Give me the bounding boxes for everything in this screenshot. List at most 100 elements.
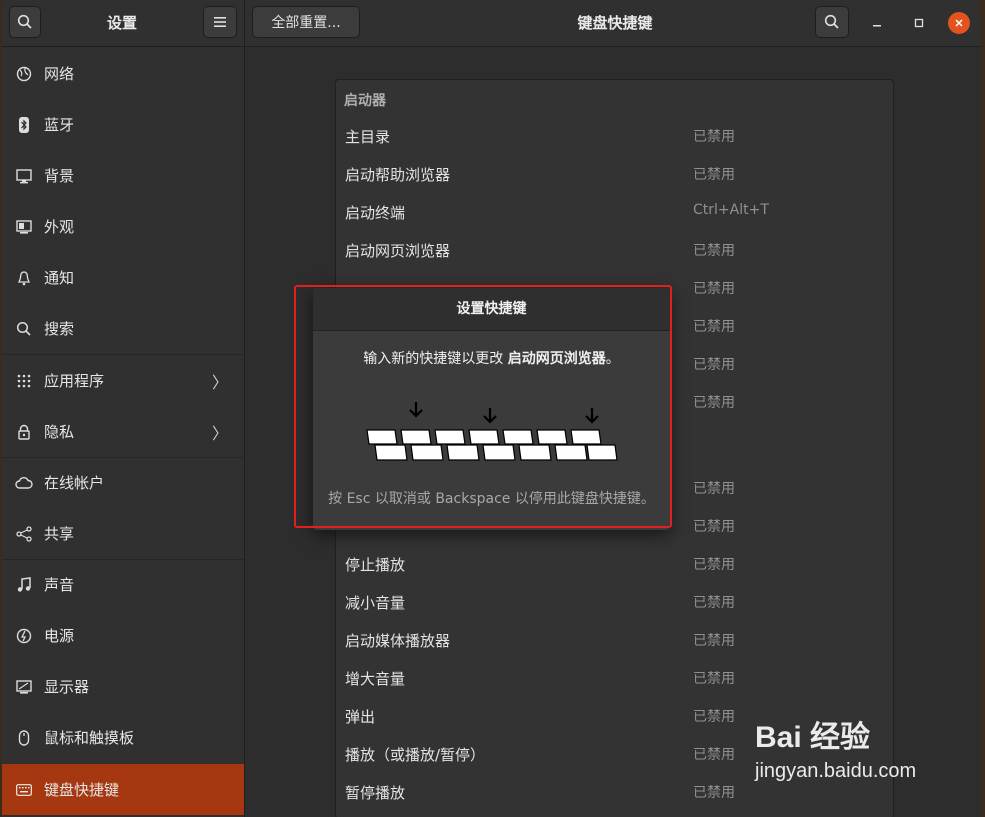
sidebar-item-label: 共享 bbox=[44, 525, 75, 543]
maximize-button[interactable] bbox=[908, 12, 930, 34]
shortcut-row[interactable]: 增大音量 已禁用 bbox=[336, 659, 893, 697]
sidebar-item-background[interactable]: 背景 bbox=[2, 150, 244, 201]
highlight-box bbox=[294, 285, 672, 528]
watermark-brand: Bai 经验 bbox=[755, 721, 871, 754]
sidebar-item-power[interactable]: 电源 bbox=[2, 610, 244, 661]
sidebar-item-keyboard-shortcuts[interactable]: 键盘快捷键 bbox=[2, 764, 244, 815]
sidebar-item-mouse-touchpad[interactable]: 鼠标和触摸板 bbox=[2, 712, 244, 763]
shortcut-name: 减小音量 bbox=[345, 594, 406, 612]
sidebar-item-sharing[interactable]: 共享 bbox=[2, 508, 244, 559]
shortcut-name: 启动终端 bbox=[345, 204, 406, 222]
shortcut-value: 已禁用 bbox=[693, 357, 735, 373]
sidebar-item-label: 蓝牙 bbox=[44, 116, 75, 134]
sidebar-item-label: 电源 bbox=[44, 627, 75, 645]
search-icon bbox=[824, 14, 839, 29]
shortcut-value: 已禁用 bbox=[693, 519, 735, 535]
lock-icon bbox=[15, 423, 33, 441]
shortcut-row[interactable]: 减小音量 已禁用 bbox=[336, 583, 893, 621]
sidebar-item-label: 应用程序 bbox=[44, 372, 105, 390]
sidebar-header: 设置 bbox=[2, 0, 245, 47]
sidebar-item-label: 在线帐户 bbox=[44, 474, 105, 492]
sidebar-item-search[interactable]: 搜索 bbox=[2, 303, 244, 354]
shortcut-name: 启动媒体播放器 bbox=[345, 632, 451, 650]
mouse-icon bbox=[15, 729, 33, 747]
grid-icon bbox=[15, 372, 33, 390]
sidebar-item-label: 背景 bbox=[44, 167, 75, 185]
reset-all-button[interactable]: 全部重置... bbox=[252, 6, 360, 38]
shortcut-value: 已禁用 bbox=[693, 671, 735, 687]
share-icon bbox=[15, 525, 33, 543]
search-icon bbox=[15, 320, 33, 338]
sidebar-item-label: 外观 bbox=[44, 218, 75, 236]
shortcut-value: 已禁用 bbox=[693, 129, 735, 145]
close-button[interactable] bbox=[948, 12, 970, 34]
sidebar-item-sound[interactable]: 声音 bbox=[2, 559, 244, 610]
shortcut-value: 已禁用 bbox=[693, 167, 735, 183]
shortcut-name: 暂停播放 bbox=[345, 784, 406, 802]
shortcut-row[interactable]: 启动帮助浏览器 已禁用 bbox=[336, 155, 893, 193]
shortcut-value: 已禁用 bbox=[693, 319, 735, 335]
sidebar-item-privacy[interactable]: 隐私 〉 bbox=[2, 406, 244, 457]
display-icon bbox=[15, 678, 33, 696]
shortcut-row[interactable]: 启动网页浏览器 已禁用 bbox=[336, 231, 893, 269]
maximize-icon bbox=[914, 18, 924, 28]
shortcut-name: 主目录 bbox=[345, 128, 391, 146]
sidebar-item-label: 键盘快捷键 bbox=[44, 781, 120, 799]
search-button[interactable] bbox=[9, 6, 41, 38]
sidebar-item-label: 鼠标和触摸板 bbox=[44, 729, 135, 747]
globe-icon bbox=[15, 65, 33, 83]
shortcut-value: 已禁用 bbox=[693, 243, 735, 259]
power-icon bbox=[15, 627, 33, 645]
sidebar-item-label: 网络 bbox=[44, 65, 75, 83]
shortcut-name: 启动网页浏览器 bbox=[345, 242, 451, 260]
shortcut-value: 已禁用 bbox=[693, 785, 735, 801]
bell-icon bbox=[15, 269, 33, 287]
shortcut-name: 停止播放 bbox=[345, 556, 406, 574]
watermark-url: jingyan.baidu.com bbox=[755, 760, 917, 782]
sidebar-item-label: 声音 bbox=[44, 576, 75, 594]
shortcut-row[interactable]: 启动终端 Ctrl+Alt+T bbox=[336, 193, 893, 231]
page-title: 键盘快捷键 bbox=[577, 14, 653, 32]
minimize-button[interactable] bbox=[866, 12, 888, 34]
shortcut-value: 已禁用 bbox=[693, 633, 735, 649]
shortcut-value: 已禁用 bbox=[693, 595, 735, 611]
shortcut-row[interactable]: 主目录 已禁用 bbox=[336, 117, 893, 155]
bluetooth-icon bbox=[15, 116, 33, 134]
menu-button[interactable] bbox=[203, 6, 237, 38]
sidebar-item-notifications[interactable]: 通知 bbox=[2, 252, 244, 303]
appearance-icon bbox=[15, 218, 33, 236]
content-header: 全部重置... 键盘快捷键 bbox=[245, 0, 980, 47]
sidebar-item-online-accounts[interactable]: 在线帐户 bbox=[2, 457, 244, 508]
shortcut-value: 已禁用 bbox=[693, 481, 735, 497]
sidebar-item-label: 通知 bbox=[44, 269, 75, 287]
shortcut-value: 已禁用 bbox=[693, 281, 735, 297]
sidebar-item-applications[interactable]: 应用程序 〉 bbox=[2, 355, 244, 406]
shortcut-search-button[interactable] bbox=[815, 6, 849, 38]
shortcut-name: 增大音量 bbox=[345, 670, 406, 688]
monitor-icon bbox=[15, 167, 33, 185]
shortcut-value: 已禁用 bbox=[693, 747, 735, 763]
sidebar: 网络 蓝牙 背景 外观 通知 搜索 应用程序 〉 隐私 〉 在线帐户 共享 声音… bbox=[2, 47, 245, 817]
sidebar-item-label: 显示器 bbox=[44, 678, 90, 696]
shortcut-row[interactable]: 启动媒体播放器 已禁用 bbox=[336, 621, 893, 659]
sidebar-item-label: 搜索 bbox=[44, 320, 75, 338]
shortcut-name: 弹出 bbox=[345, 708, 376, 726]
shortcut-value: 已禁用 bbox=[693, 709, 735, 725]
hamburger-icon bbox=[214, 17, 226, 27]
music-icon bbox=[15, 576, 33, 594]
shortcut-row[interactable]: 停止播放 已禁用 bbox=[336, 545, 893, 583]
chevron-right-icon: 〉 bbox=[211, 423, 228, 443]
keyboard-icon bbox=[15, 781, 33, 799]
search-icon bbox=[17, 14, 32, 29]
cloud-icon bbox=[15, 474, 33, 492]
sidebar-item-displays[interactable]: 显示器 bbox=[2, 661, 244, 712]
sidebar-item-appearance[interactable]: 外观 bbox=[2, 201, 244, 252]
minimize-icon bbox=[873, 25, 881, 27]
sidebar-title: 设置 bbox=[106, 14, 137, 32]
close-icon bbox=[955, 19, 963, 27]
shortcut-value: Ctrl+Alt+T bbox=[693, 202, 769, 218]
sidebar-item-bluetooth[interactable]: 蓝牙 bbox=[2, 99, 244, 150]
sidebar-item-network[interactable]: 网络 bbox=[2, 48, 244, 99]
shortcut-name: 播放（或播放/暂停） bbox=[345, 746, 486, 764]
baidu-watermark: Bai 经验 jingyan.baidu.com bbox=[755, 712, 975, 797]
